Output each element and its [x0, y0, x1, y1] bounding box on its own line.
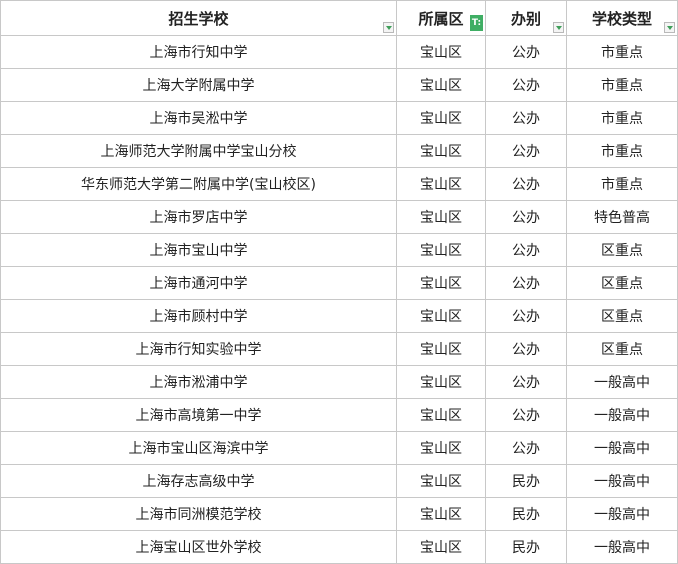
- cell-district[interactable]: 宝山区: [396, 431, 486, 465]
- cell-school-name[interactable]: 上海市行知实验中学: [0, 332, 397, 366]
- cell-school-type[interactable]: 区重点: [566, 233, 678, 267]
- cell-ownership[interactable]: 公办: [485, 332, 567, 366]
- cell-ownership[interactable]: 公办: [485, 134, 567, 168]
- cell-school-name[interactable]: 上海市宝山中学: [0, 233, 397, 267]
- cell-ownership[interactable]: 公办: [485, 365, 567, 399]
- cell-school-type[interactable]: 特色普高: [566, 200, 678, 234]
- cell-ownership[interactable]: 公办: [485, 68, 567, 102]
- cell-district[interactable]: 宝山区: [396, 68, 486, 102]
- cell-school-name[interactable]: 上海师范大学附属中学宝山分校: [0, 134, 397, 168]
- cell-school-type[interactable]: 市重点: [566, 101, 678, 135]
- filter-dropdown-icon[interactable]: [664, 22, 675, 33]
- table-row: 上海市宝山中学 宝山区 公办 区重点: [0, 233, 678, 267]
- cell-school-name[interactable]: 上海市高境第一中学: [0, 398, 397, 432]
- cell-district[interactable]: 宝山区: [396, 332, 486, 366]
- cell-school-name[interactable]: 上海市吴淞中学: [0, 101, 397, 135]
- cell-school-name[interactable]: 上海市宝山区海滨中学: [0, 431, 397, 465]
- cell-district[interactable]: 宝山区: [396, 134, 486, 168]
- cell-ownership[interactable]: 民办: [485, 464, 567, 498]
- cell-district[interactable]: 宝山区: [396, 233, 486, 267]
- cell-school-name[interactable]: 上海市同洲模范学校: [0, 497, 397, 531]
- table-row: 上海市行知实验中学 宝山区 公办 区重点: [0, 332, 678, 366]
- header-row: 招生学校 所属区 T: 办别 学校类型: [0, 0, 678, 36]
- cell-ownership[interactable]: 公办: [485, 35, 567, 69]
- cell-district[interactable]: 宝山区: [396, 35, 486, 69]
- cell-school-name[interactable]: 上海市行知中学: [0, 35, 397, 69]
- cell-ownership[interactable]: 公办: [485, 266, 567, 300]
- cell-school-type[interactable]: 市重点: [566, 35, 678, 69]
- cell-district[interactable]: 宝山区: [396, 299, 486, 333]
- cell-ownership[interactable]: 公办: [485, 167, 567, 201]
- table-row: 上海师范大学附属中学宝山分校 宝山区 公办 市重点: [0, 134, 678, 168]
- cell-school-type[interactable]: 一般高中: [566, 464, 678, 498]
- cell-district[interactable]: 宝山区: [396, 497, 486, 531]
- cell-ownership[interactable]: 民办: [485, 530, 567, 564]
- cell-school-name[interactable]: 上海市顾村中学: [0, 299, 397, 333]
- table-row: 华东师范大学第二附属中学(宝山校区) 宝山区 公办 市重点: [0, 167, 678, 201]
- cell-school-type[interactable]: 一般高中: [566, 431, 678, 465]
- table-row: 上海市同洲模范学校 宝山区 民办 一般高中: [0, 497, 678, 531]
- table-row: 上海大学附属中学 宝山区 公办 市重点: [0, 68, 678, 102]
- table-row: 上海市罗店中学 宝山区 公办 特色普高: [0, 200, 678, 234]
- header-label: 办别: [510, 9, 541, 28]
- header-school[interactable]: 招生学校: [0, 0, 397, 36]
- filter-dropdown-icon[interactable]: [553, 22, 564, 33]
- cell-district[interactable]: 宝山区: [396, 266, 486, 300]
- header-district[interactable]: 所属区 T:: [396, 0, 486, 36]
- header-school-type[interactable]: 学校类型: [566, 0, 678, 36]
- header-label: 招生学校: [168, 9, 229, 28]
- cell-ownership[interactable]: 民办: [485, 497, 567, 531]
- cell-school-name[interactable]: 华东师范大学第二附属中学(宝山校区): [0, 167, 397, 201]
- cell-district[interactable]: 宝山区: [396, 398, 486, 432]
- cell-school-name[interactable]: 上海存志高级中学: [0, 464, 397, 498]
- table-row: 上海市高境第一中学 宝山区 公办 一般高中: [0, 398, 678, 432]
- table-row: 上海宝山区世外学校 宝山区 民办 一般高中: [0, 530, 678, 564]
- cell-school-type[interactable]: 一般高中: [566, 398, 678, 432]
- cell-school-type[interactable]: 区重点: [566, 266, 678, 300]
- cell-school-name[interactable]: 上海市通河中学: [0, 266, 397, 300]
- cell-ownership[interactable]: 公办: [485, 398, 567, 432]
- table-row: 上海市顾村中学 宝山区 公办 区重点: [0, 299, 678, 333]
- header-label: 学校类型: [591, 9, 652, 28]
- school-table: 招生学校 所属区 T: 办别 学校类型 上海市行知中学 宝山区 公办 市重点 上海大学附…: [0, 0, 678, 564]
- cell-school-type[interactable]: 一般高中: [566, 497, 678, 531]
- table-row: 上海市行知中学 宝山区 公办 市重点: [0, 35, 678, 69]
- table-row: 上海市吴淞中学 宝山区 公办 市重点: [0, 101, 678, 135]
- cell-school-name[interactable]: 上海市罗店中学: [0, 200, 397, 234]
- cell-district[interactable]: 宝山区: [396, 101, 486, 135]
- cell-school-type[interactable]: 区重点: [566, 299, 678, 333]
- cell-ownership[interactable]: 公办: [485, 101, 567, 135]
- table-row: 上海存志高级中学 宝山区 民办 一般高中: [0, 464, 678, 498]
- cell-school-type[interactable]: 市重点: [566, 134, 678, 168]
- cell-school-type[interactable]: 市重点: [566, 167, 678, 201]
- cell-school-type[interactable]: 区重点: [566, 332, 678, 366]
- cell-school-name[interactable]: 上海大学附属中学: [0, 68, 397, 102]
- cell-district[interactable]: 宝山区: [396, 167, 486, 201]
- header-ownership[interactable]: 办别: [485, 0, 567, 36]
- filter-dropdown-icon[interactable]: [383, 22, 394, 33]
- cell-school-type[interactable]: 市重点: [566, 68, 678, 102]
- cell-district[interactable]: 宝山区: [396, 530, 486, 564]
- cell-ownership[interactable]: 公办: [485, 200, 567, 234]
- table-body: 上海市行知中学 宝山区 公办 市重点 上海大学附属中学 宝山区 公办 市重点 上海市吴淞中学 宝山…: [0, 35, 678, 564]
- table-row: 上海市淞浦中学 宝山区 公办 一般高中: [0, 365, 678, 399]
- cell-district[interactable]: 宝山区: [396, 200, 486, 234]
- cell-school-type[interactable]: 一般高中: [566, 365, 678, 399]
- active-filter-icon[interactable]: T:: [470, 15, 483, 31]
- cell-district[interactable]: 宝山区: [396, 464, 486, 498]
- header-label: 所属区: [418, 9, 464, 28]
- cell-district[interactable]: 宝山区: [396, 365, 486, 399]
- cell-ownership[interactable]: 公办: [485, 233, 567, 267]
- cell-school-name[interactable]: 上海市淞浦中学: [0, 365, 397, 399]
- cell-ownership[interactable]: 公办: [485, 431, 567, 465]
- table-row: 上海市通河中学 宝山区 公办 区重点: [0, 266, 678, 300]
- cell-school-type[interactable]: 一般高中: [566, 530, 678, 564]
- cell-school-name[interactable]: 上海宝山区世外学校: [0, 530, 397, 564]
- table-row: 上海市宝山区海滨中学 宝山区 公办 一般高中: [0, 431, 678, 465]
- cell-ownership[interactable]: 公办: [485, 299, 567, 333]
